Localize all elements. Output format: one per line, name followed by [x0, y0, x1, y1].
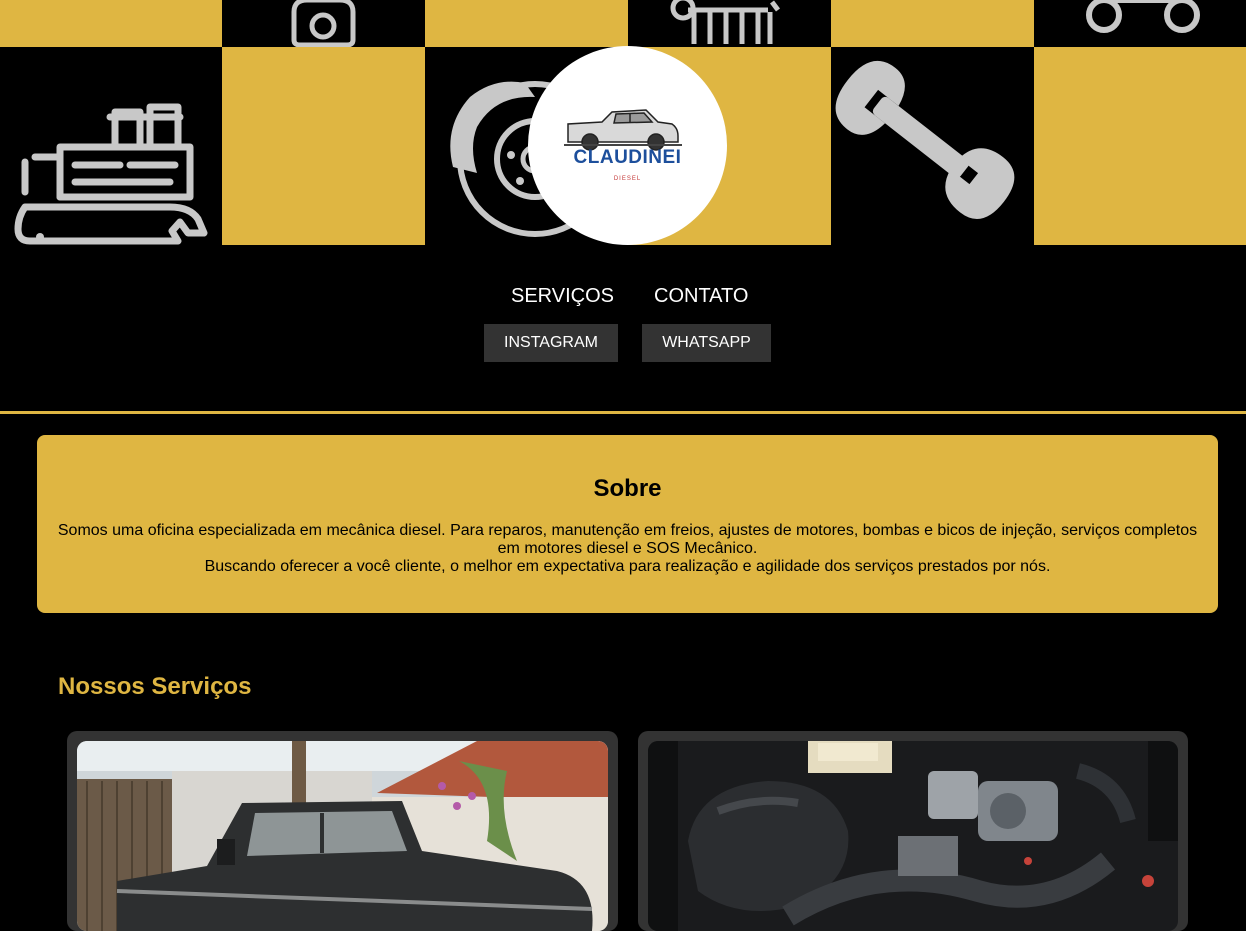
hero-tile: [0, 0, 222, 47]
hero-tile: [222, 47, 425, 245]
diesel-engine-photo: [648, 741, 1178, 931]
instagram-button[interactable]: INSTAGRAM: [484, 324, 618, 362]
services-title: Nossos Serviços: [58, 673, 252, 700]
about-title: Sobre: [593, 475, 662, 502]
brand-subtitle: DIESEL: [613, 176, 642, 182]
section-divider: [0, 411, 1246, 414]
whatsapp-button[interactable]: WHATSAPP: [642, 324, 771, 362]
about-text-line-2: Buscando oferecer a você cliente, o melh…: [204, 558, 1051, 575]
pickup-truck-icon: [564, 109, 682, 151]
nav-link-contact[interactable]: CONTATO: [654, 285, 748, 308]
gear-mount-icon: [222, 0, 425, 48]
engine-wrench-icon: [0, 47, 222, 245]
wrench-icon: [831, 47, 1034, 245]
cylinder-head-icon: [628, 0, 831, 47]
service-card[interactable]: [67, 731, 618, 931]
nav-link-services[interactable]: SERVIÇOS: [511, 285, 614, 308]
hero-tile: [831, 0, 1034, 47]
brand-logo[interactable]: CLAUDINEI DIESEL: [528, 46, 727, 245]
hero-banner: CLAUDINEI DIESEL: [0, 0, 1246, 245]
about-text: Somos uma oficina especializada em mecân…: [55, 522, 1200, 576]
hero-tile: [1034, 47, 1246, 245]
hero-tile: [425, 0, 628, 47]
classic-pickup-photo: [77, 741, 608, 931]
about-text-line-1: Somos uma oficina especializada em mecân…: [57, 522, 1198, 557]
about-section: Sobre Somos uma oficina especializada em…: [37, 435, 1218, 613]
brand-name: CLAUDINEI: [573, 147, 682, 168]
sprocket-icon: [1034, 0, 1246, 47]
main-nav: SERVIÇOS CONTATO: [0, 285, 1246, 311]
service-card[interactable]: [638, 731, 1188, 931]
